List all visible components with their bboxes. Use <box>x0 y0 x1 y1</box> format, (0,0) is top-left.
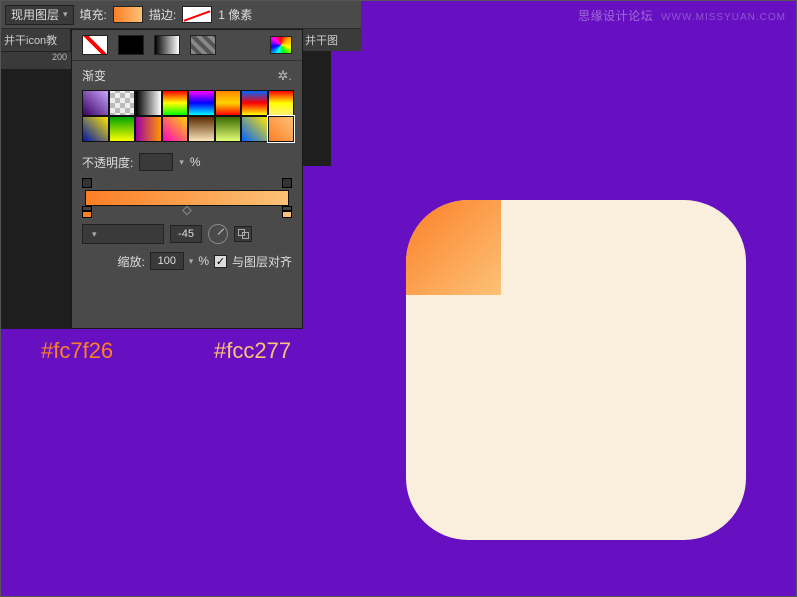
gradient-preset[interactable] <box>162 90 189 116</box>
watermark: 思缘设计论坛 WWW.MISSYUAN.COM <box>578 7 786 24</box>
color-stop-right[interactable] <box>282 206 292 218</box>
chevron-down-icon: ▾ <box>63 9 68 20</box>
gradient-midpoint[interactable] <box>182 206 192 216</box>
percent-label: % <box>198 254 209 268</box>
watermark-en: WWW.MISSYUAN.COM <box>661 12 786 23</box>
align-with-layer-checkbox[interactable]: ✓ <box>214 255 227 268</box>
angle-dial[interactable] <box>208 224 228 244</box>
canvas-rounded-rect[interactable] <box>406 200 746 540</box>
fill-gradient-popup: 渐变 ✲. 不透明度: ▾ % <box>71 29 303 329</box>
stroke-swatch[interactable] <box>182 6 212 23</box>
gradient-preset[interactable] <box>109 90 136 116</box>
chevron-down-icon: ▾ <box>92 229 97 240</box>
gradient-preset[interactable] <box>241 90 268 116</box>
stroke-label: 描边: <box>149 6 176 23</box>
ruler-tick: 200 <box>52 52 67 62</box>
document-tab-left[interactable]: 并干icon教 <box>1 29 71 51</box>
fill-type-pattern[interactable] <box>190 35 216 55</box>
fill-type-solid[interactable] <box>118 35 144 55</box>
canvas-dark-area <box>1 69 71 329</box>
fill-label: 填充: <box>80 6 107 23</box>
hex-code-1: #fc7f26 <box>41 338 113 364</box>
opacity-label: 不透明度: <box>82 154 133 171</box>
gradient-preset[interactable] <box>241 116 268 142</box>
stroke-width-value[interactable]: 1 像素 <box>218 6 252 23</box>
chevron-down-icon[interactable]: ▾ <box>189 256 194 267</box>
layer-mode-select[interactable]: 现用图层 ▾ <box>5 5 74 25</box>
gradient-preset-selected[interactable] <box>268 116 295 142</box>
canvas-dark-area-right <box>303 51 331 166</box>
scale-label: 缩放: <box>117 253 144 270</box>
gradient-preset[interactable] <box>268 90 295 116</box>
reverse-gradient-button[interactable] <box>234 226 252 242</box>
fill-type-none[interactable] <box>82 35 108 55</box>
opacity-stop-right[interactable] <box>282 178 292 188</box>
gradient-preset[interactable] <box>82 116 109 142</box>
watermark-zh: 思缘设计论坛 <box>578 7 653 24</box>
align-with-layer-label: 与图层对齐 <box>232 253 292 270</box>
gradient-preset[interactable] <box>135 90 162 116</box>
fill-type-row <box>72 30 302 61</box>
gradient-editor[interactable] <box>82 178 292 218</box>
fill-swatch[interactable] <box>113 6 143 23</box>
layer-mode-value: 现用图层 <box>11 6 59 23</box>
presets-label: 渐变 <box>82 67 106 84</box>
gradient-preset[interactable] <box>135 116 162 142</box>
gradient-preset[interactable] <box>188 116 215 142</box>
percent-label: % <box>190 155 201 169</box>
gradient-preset[interactable] <box>188 90 215 116</box>
opacity-stop-left[interactable] <box>82 178 92 188</box>
gradient-bar[interactable] <box>85 190 289 206</box>
document-tab-right[interactable]: 并干图 <box>303 29 361 51</box>
gradient-preset[interactable] <box>82 90 109 116</box>
gradient-preset[interactable] <box>215 116 242 142</box>
color-stop-left[interactable] <box>82 206 92 218</box>
angle-input[interactable]: -45 <box>170 225 202 243</box>
canvas-gradient-shape[interactable] <box>406 200 501 295</box>
gradient-preset[interactable] <box>109 116 136 142</box>
chevron-down-icon[interactable]: ▾ <box>179 157 184 168</box>
gradient-preset[interactable] <box>215 90 242 116</box>
hex-code-2: #fcc277 <box>214 338 291 364</box>
gradient-presets <box>82 90 294 142</box>
opacity-input[interactable] <box>139 153 173 171</box>
gear-icon[interactable]: ✲. <box>277 68 292 84</box>
shape-options-bar: 现用图层 ▾ 填充: 描边: 1 像素 <box>1 1 361 29</box>
gradient-style-select[interactable]: ▾ <box>82 224 164 244</box>
fill-type-gradient[interactable] <box>154 35 180 55</box>
color-picker-icon[interactable] <box>270 36 292 54</box>
ruler-horizontal: 200 <box>1 51 71 69</box>
gradient-preset[interactable] <box>162 116 189 142</box>
scale-input[interactable]: 100 <box>150 252 184 270</box>
